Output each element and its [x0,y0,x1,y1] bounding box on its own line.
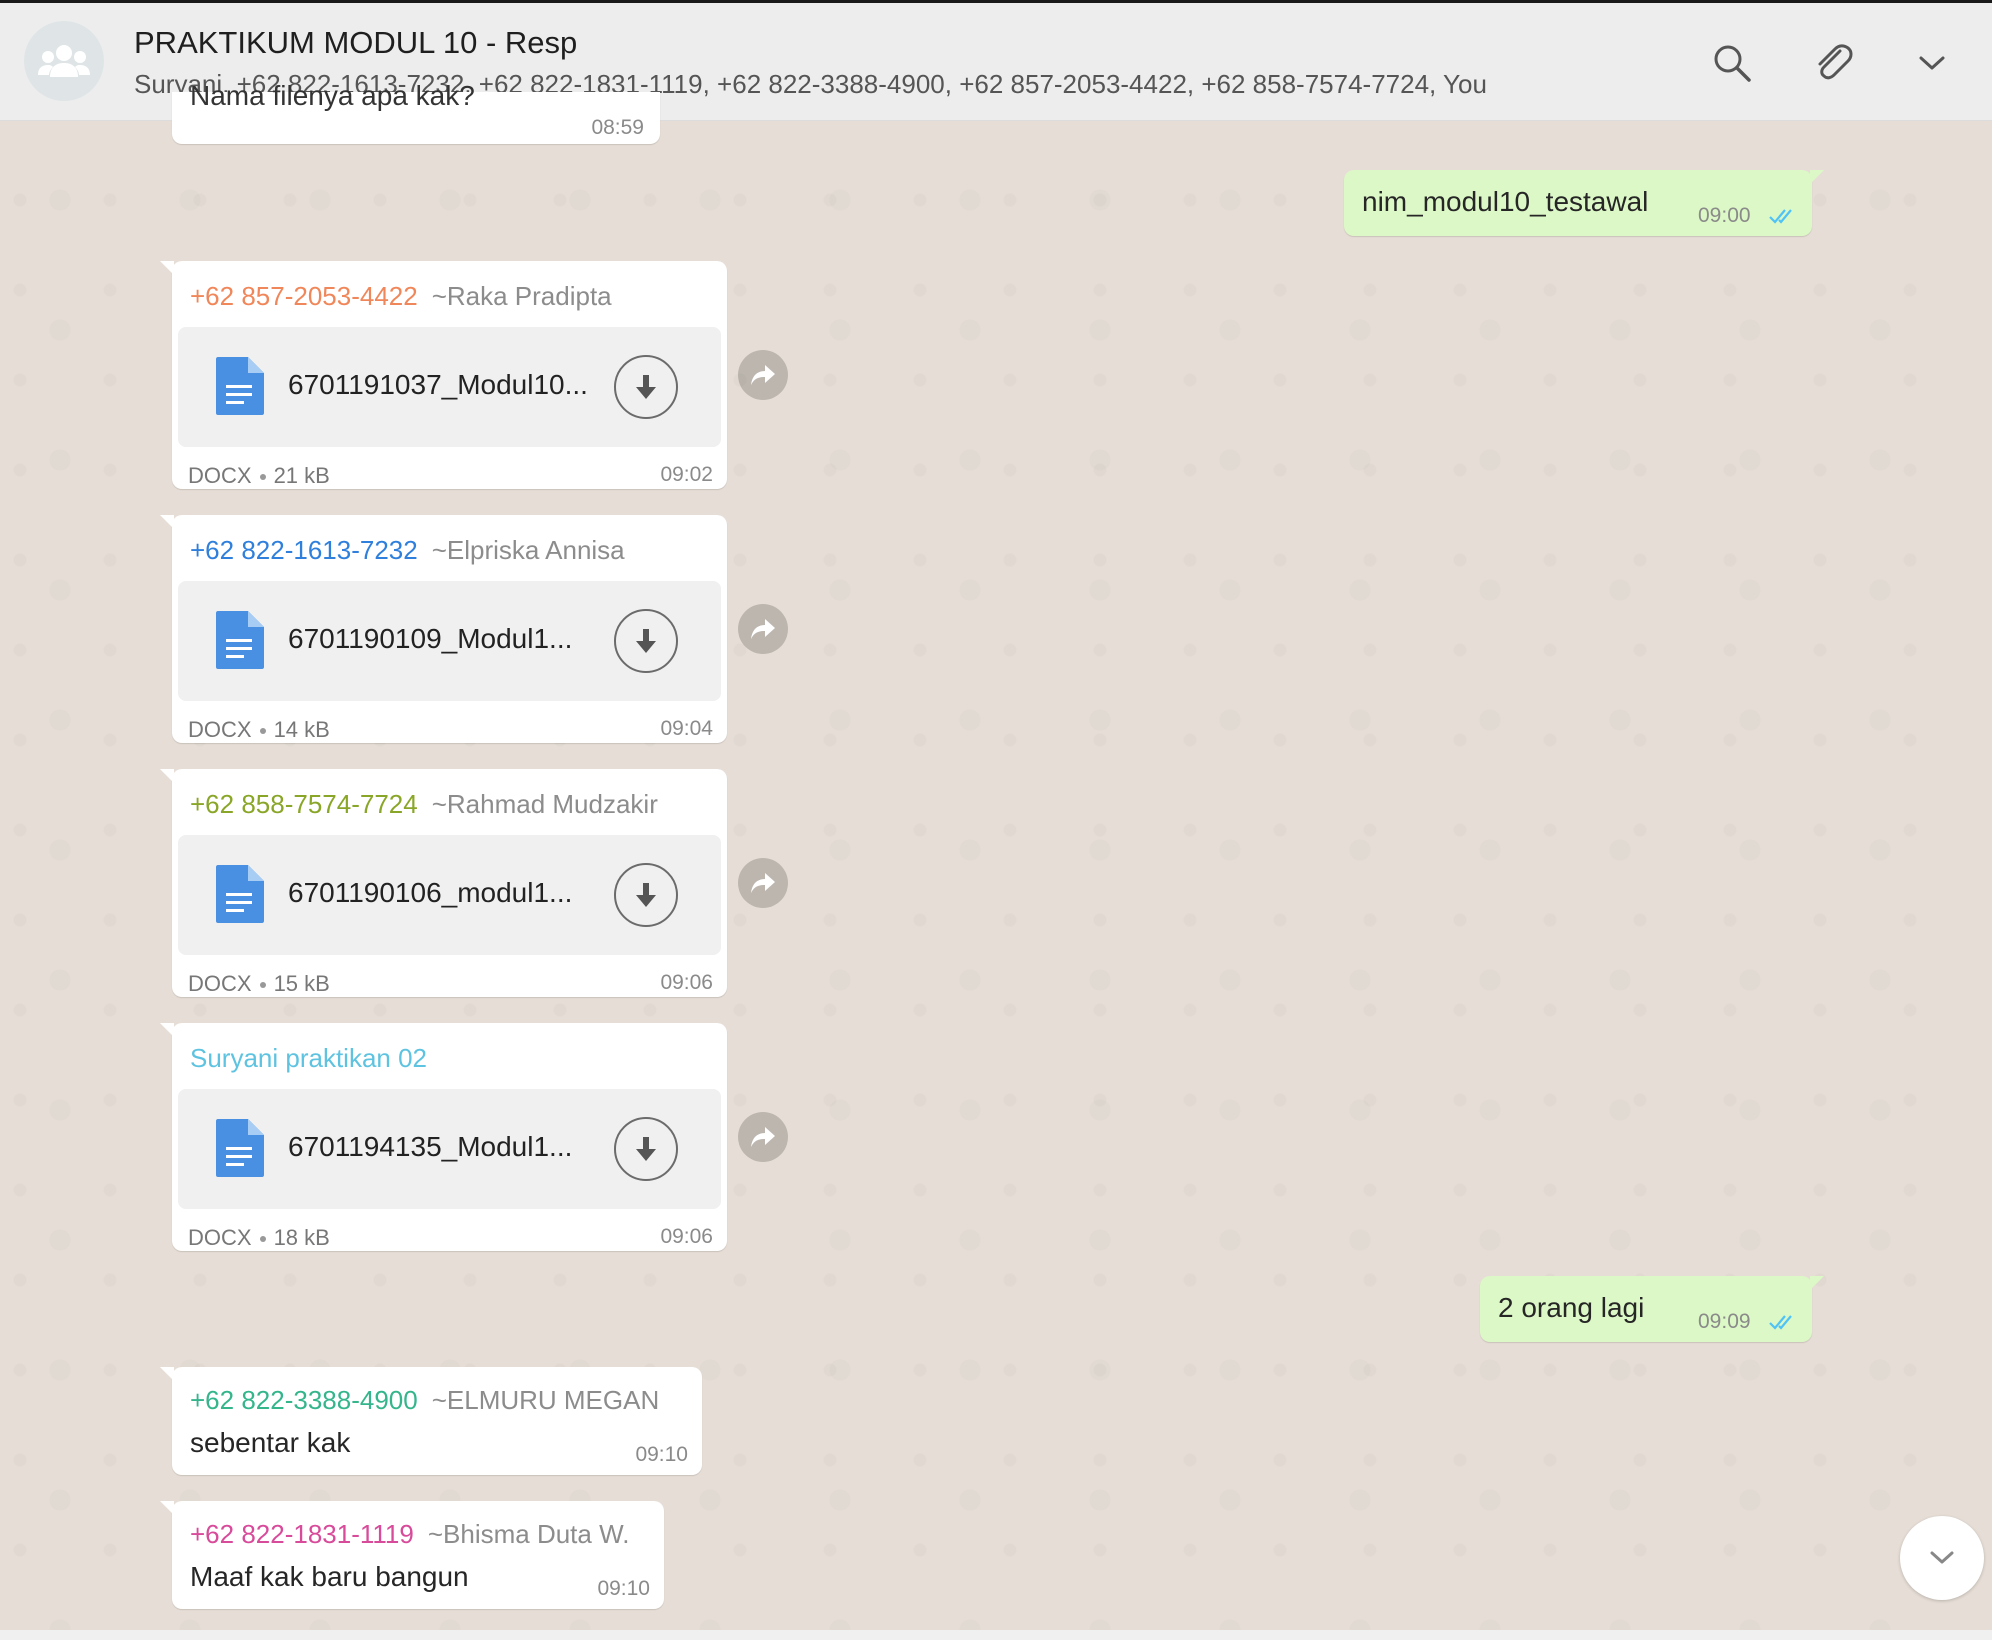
message-sender[interactable]: +62 858-7574-7724 ~Rahmad Mudzakir [190,789,658,820]
document-icon [216,611,264,669]
document-size: 18 kB [273,1225,330,1250]
document-meta: DOCX 15 kB [188,971,330,997]
search-icon [1714,45,1751,82]
chevron-down-icon [1930,1551,1954,1564]
sender-phone: +62 822-1613-7232 [190,535,418,565]
download-button[interactable] [614,1117,678,1181]
message-outgoing[interactable]: 2 orang lagi 09:09 [1480,1276,1824,1342]
document-meta: DOCX 21 kB [188,463,330,489]
paperclip-icon [1818,44,1853,80]
sender-alias: ~Bhisma Duta W. [427,1519,630,1549]
download-arrow-icon [636,629,656,653]
message-document[interactable]: +62 822-1613-7232 ~Elpriska Annisa 670119… [160,515,727,743]
sender-alias: ~Rahmad Mudzakir [431,789,658,819]
message-partial-top[interactable]: Nama filenya apa kak? 08:59 [172,80,660,144]
message-time: 08:59 [591,116,644,139]
document-size: 14 kB [273,717,330,742]
forward-button[interactable] [738,1112,788,1162]
attach-button[interactable] [1810,41,1854,85]
message-time: 09:10 [635,1443,688,1466]
message-time: 09:09 [1698,1310,1751,1333]
read-receipt-icon [1769,1315,1792,1330]
download-button[interactable] [614,609,678,673]
message-sender[interactable]: +62 822-1831-1119 ~Bhisma Duta W. [190,1519,629,1550]
message-time: 09:06 [660,1225,713,1248]
document-size: 15 kB [273,971,330,996]
sender-phone: +62 822-3388-4900 [190,1385,418,1415]
message-incoming[interactable]: +62 822-3388-4900 ~ELMURU MEGAN sebentar … [160,1367,702,1475]
document-filename: 6701190109_Modul1... [288,623,573,654]
document-type: DOCX [188,717,252,742]
forward-icon [751,1127,775,1147]
document-filename: 6701194135_Modul1... [288,1131,573,1162]
download-arrow-icon [636,375,656,399]
message-time: 09:02 [660,463,713,486]
message-text: Nama filenya apa kak? [190,80,475,111]
document-filename: 6701191037_Modul10... [288,369,588,400]
sender-name: Suryani praktikan 02 [190,1043,428,1073]
message-sender[interactable]: +62 822-3388-4900 ~ELMURU MEGAN [190,1385,659,1416]
document-type: DOCX [188,1225,252,1250]
message-text: nim_modul10_testawal [1362,186,1649,217]
read-receipt-icon [1769,209,1792,224]
message-document[interactable]: +62 858-7574-7724 ~Rahmad Mudzakir 670119… [160,769,727,997]
document-meta: DOCX 18 kB [188,1225,330,1251]
group-avatar[interactable] [24,21,104,101]
message-time: 09:00 [1698,204,1751,227]
group-avatar-icon [38,45,90,77]
forward-icon [751,873,775,893]
document-attachment[interactable]: 6701191037_Modul10... [178,327,721,447]
sender-phone: +62 857-2053-4422 [190,281,418,311]
composer-edge [0,1630,1992,1640]
document-type: DOCX [188,971,252,996]
document-icon [216,865,264,923]
message-document[interactable]: Suryani praktikan 02 6701194135_Modul1..… [160,1023,727,1251]
sender-phone: +62 822-1831-1119 [190,1519,414,1549]
forward-button[interactable] [738,350,788,400]
document-size: 21 kB [273,463,330,488]
download-arrow-icon [636,883,656,907]
forward-icon [751,365,775,385]
scroll-to-bottom-button[interactable] [1900,1516,1984,1600]
chevron-down-icon [1919,56,1945,70]
message-sender[interactable]: Suryani praktikan 02 [190,1043,427,1074]
message-text: Maaf kak baru bangun [190,1561,469,1592]
message-text: 2 orang lagi [1498,1292,1645,1323]
message-time: 09:10 [597,1577,650,1600]
sender-alias: ~Elpriska Annisa [431,535,625,565]
forward-icon [751,619,775,639]
document-type: DOCX [188,463,252,488]
document-attachment[interactable]: 6701194135_Modul1... [178,1089,721,1209]
download-button[interactable] [614,863,678,927]
download-arrow-icon [636,1137,656,1161]
forward-button[interactable] [738,858,788,908]
message-time: 09:04 [660,717,713,740]
document-icon [216,357,264,415]
document-attachment[interactable]: 6701190106_modul1... [178,835,721,955]
sender-alias: ~ELMURU MEGAN [431,1385,660,1415]
message-time: 09:06 [660,971,713,994]
message-text: sebentar kak [190,1427,351,1458]
message-sender[interactable]: +62 857-2053-4422 ~Raka Pradipta [190,281,612,312]
message-document[interactable]: +62 857-2053-4422 ~Raka Pradipta 67011910… [160,261,727,489]
document-meta: DOCX 14 kB [188,717,330,743]
download-button[interactable] [614,355,678,419]
menu-dropdown-button[interactable] [1910,41,1954,85]
document-filename: 6701190106_modul1... [288,877,573,908]
chat-title[interactable]: PRAKTIKUM MODUL 10 - Resp [134,25,577,61]
sender-phone: +62 858-7574-7724 [190,789,418,819]
search-button[interactable] [1710,41,1754,85]
message-sender[interactable]: +62 822-1613-7232 ~Elpriska Annisa [190,535,625,566]
message-outgoing[interactable]: nim_modul10_testawal 09:00 [1344,170,1824,236]
message-incoming[interactable]: +62 822-1831-1119 ~Bhisma Duta W. Maaf ka… [160,1501,664,1609]
document-attachment[interactable]: 6701190109_Modul1... [178,581,721,701]
forward-button[interactable] [738,604,788,654]
document-icon [216,1119,264,1177]
sender-alias: ~Raka Pradipta [431,281,612,311]
